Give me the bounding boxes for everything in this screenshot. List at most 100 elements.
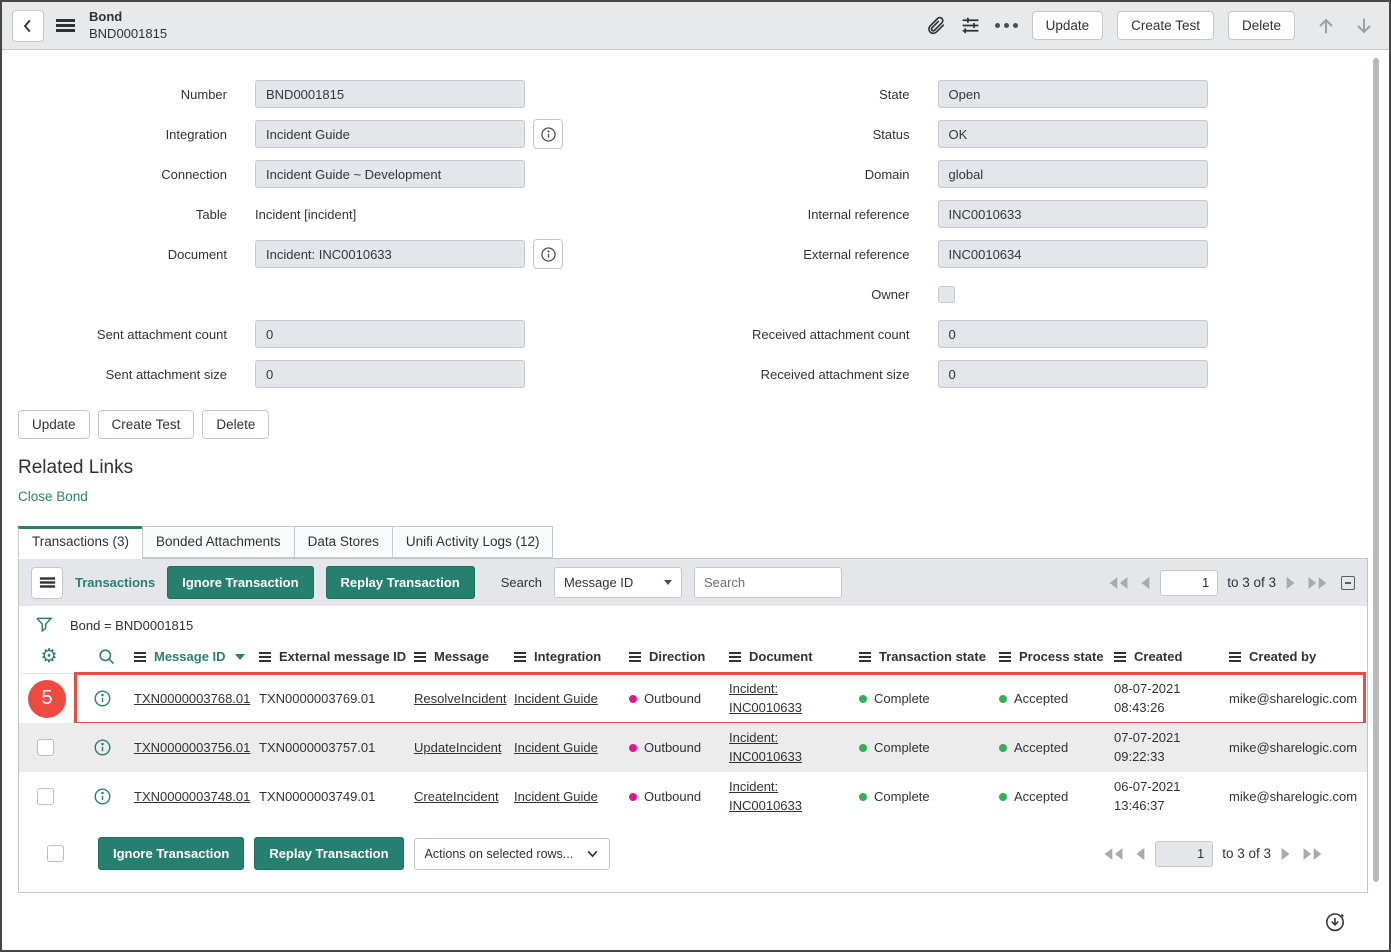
- received-attachment-size-field[interactable]: 0: [938, 360, 1208, 388]
- table-row[interactable]: TXN0000003756.01 TXN0000003757.01 Update…: [19, 723, 1367, 772]
- replay-transaction-button-bottom[interactable]: Replay Transaction: [254, 837, 403, 870]
- ignore-transaction-button-top[interactable]: Ignore Transaction: [167, 566, 313, 599]
- message-id-link[interactable]: TXN0000003768.01: [134, 691, 250, 706]
- last-page-icon[interactable]: [1301, 847, 1323, 861]
- gear-icon[interactable]: ⚙: [40, 647, 57, 666]
- message-link[interactable]: CreateIncident: [414, 789, 499, 804]
- record-info-icon[interactable]: [93, 738, 112, 757]
- update-button-form[interactable]: Update: [18, 410, 90, 439]
- integration-info-button[interactable]: [533, 119, 563, 149]
- collapse-list-icon[interactable]: [1341, 576, 1355, 590]
- record-info-icon[interactable]: [93, 787, 112, 806]
- delete-button-header[interactable]: Delete: [1228, 11, 1295, 40]
- message-id-link[interactable]: TXN0000003756.01: [134, 740, 250, 755]
- next-page-icon[interactable]: [1280, 847, 1292, 861]
- number-field[interactable]: BND0001815: [255, 80, 525, 108]
- page-number-input[interactable]: [1155, 841, 1213, 867]
- actions-on-selected-rows-select[interactable]: Actions on selected rows...: [414, 838, 610, 870]
- document-link[interactable]: Incident: INC0010633: [729, 778, 821, 814]
- first-page-icon[interactable]: [1108, 576, 1130, 590]
- direction-dot: [629, 695, 637, 703]
- integration-link[interactable]: Incident Guide: [514, 740, 598, 755]
- field-label-owner: Owner: [696, 287, 938, 302]
- list-menu-button[interactable]: [31, 567, 63, 599]
- transaction-state-dot: [859, 695, 867, 703]
- ignore-transaction-button-bottom[interactable]: Ignore Transaction: [98, 837, 244, 870]
- sent-attachment-size-field[interactable]: 0: [255, 360, 525, 388]
- personalize-form-icon[interactable]: [960, 15, 981, 36]
- column-header-created-by[interactable]: Created by: [1229, 649, 1367, 664]
- record-info-icon[interactable]: [93, 689, 112, 708]
- back-button[interactable]: [12, 10, 44, 42]
- column-header-transaction-state[interactable]: Transaction state: [859, 649, 999, 664]
- last-page-icon[interactable]: [1306, 576, 1328, 590]
- delete-button-form[interactable]: Delete: [202, 410, 269, 439]
- table-row[interactable]: TXN0000003748.01 TXN0000003749.01 Create…: [19, 772, 1367, 821]
- context-menu-icon[interactable]: [56, 19, 75, 32]
- filter-breadcrumb[interactable]: Bond = BND0001815: [70, 618, 193, 633]
- previous-page-icon[interactable]: [1134, 847, 1146, 861]
- document-link[interactable]: Incident: INC0010633: [729, 729, 821, 765]
- column-header-process-state[interactable]: Process state: [999, 649, 1114, 664]
- message-link[interactable]: UpdateIncident: [414, 740, 501, 755]
- create-test-button-form[interactable]: Create Test: [98, 410, 195, 439]
- next-page-icon[interactable]: [1285, 576, 1297, 590]
- vertical-scrollbar[interactable]: [1373, 58, 1379, 882]
- attachment-icon[interactable]: [925, 15, 946, 36]
- create-test-button-header[interactable]: Create Test: [1117, 11, 1214, 40]
- close-bond-link[interactable]: Close Bond: [18, 489, 88, 504]
- owner-checkbox[interactable]: [938, 286, 955, 303]
- search-field-select[interactable]: Message ID: [554, 567, 682, 598]
- column-header-message-id[interactable]: Message ID: [134, 649, 259, 664]
- state-field[interactable]: Open: [938, 80, 1208, 108]
- sent-attachment-count-field[interactable]: 0: [255, 320, 525, 348]
- page-number-input[interactable]: [1160, 570, 1218, 596]
- document-link[interactable]: Incident: INC0010633: [729, 680, 821, 716]
- internal-reference-field[interactable]: INC0010633: [938, 200, 1208, 228]
- next-record-icon[interactable]: [1353, 15, 1375, 37]
- search-icon[interactable]: [97, 647, 116, 666]
- document-info-button[interactable]: [533, 239, 563, 269]
- message-link[interactable]: ResolveIncident: [414, 691, 507, 706]
- tab-bonded-attachments[interactable]: Bonded Attachments: [142, 526, 294, 558]
- list-title-link[interactable]: Transactions: [75, 575, 155, 590]
- update-button-header[interactable]: Update: [1032, 11, 1104, 40]
- more-options-icon[interactable]: [995, 23, 1018, 28]
- previous-record-icon[interactable]: [1315, 15, 1337, 37]
- column-header-created[interactable]: Created: [1114, 649, 1229, 664]
- row-checkbox[interactable]: [37, 788, 54, 805]
- connection-field[interactable]: Incident Guide ~ Development: [255, 160, 525, 188]
- column-header-external-message-id[interactable]: External message ID: [259, 649, 414, 664]
- received-attachment-count-field[interactable]: 0: [938, 320, 1208, 348]
- select-all-checkbox[interactable]: [47, 845, 64, 862]
- row-checkbox[interactable]: [37, 739, 54, 756]
- integration-link[interactable]: Incident Guide: [514, 789, 598, 804]
- list-header-row: ⚙ Message ID External message ID Message…: [19, 643, 1367, 674]
- tab-unifi-activity-logs[interactable]: Unifi Activity Logs (12): [392, 526, 554, 558]
- page-range-label: to 3 of 3: [1227, 575, 1276, 590]
- column-header-message[interactable]: Message: [414, 649, 514, 664]
- table-row[interactable]: 5 TXN0000003768.01 TXN0000003769.01 Reso…: [19, 674, 1367, 723]
- sort-desc-icon: [235, 654, 245, 660]
- first-page-icon[interactable]: [1103, 847, 1125, 861]
- domain-field[interactable]: global: [938, 160, 1208, 188]
- integration-field[interactable]: Incident Guide: [255, 120, 525, 148]
- status-field[interactable]: OK: [938, 120, 1208, 148]
- tab-transactions[interactable]: Transactions (3): [18, 526, 142, 559]
- column-header-direction[interactable]: Direction: [629, 649, 729, 664]
- field-label-state: State: [696, 87, 938, 102]
- response-time-stopwatch-icon[interactable]: [1323, 909, 1347, 933]
- column-menu-icon: [134, 656, 146, 658]
- tab-data-stores[interactable]: Data Stores: [294, 526, 392, 558]
- column-header-integration[interactable]: Integration: [514, 649, 629, 664]
- external-reference-field[interactable]: INC0010634: [938, 240, 1208, 268]
- document-field[interactable]: Incident: INC0010633: [255, 240, 525, 268]
- column-header-document[interactable]: Document: [729, 649, 859, 664]
- integration-link[interactable]: Incident Guide: [514, 691, 598, 706]
- search-input[interactable]: [694, 567, 842, 598]
- replay-transaction-button-top[interactable]: Replay Transaction: [326, 566, 475, 599]
- top-header-bar: Bond BND0001815 Update Create Test Delet…: [2, 2, 1389, 50]
- filter-funnel-icon[interactable]: [34, 615, 54, 635]
- previous-page-icon[interactable]: [1139, 576, 1151, 590]
- message-id-link[interactable]: TXN0000003748.01: [134, 789, 250, 804]
